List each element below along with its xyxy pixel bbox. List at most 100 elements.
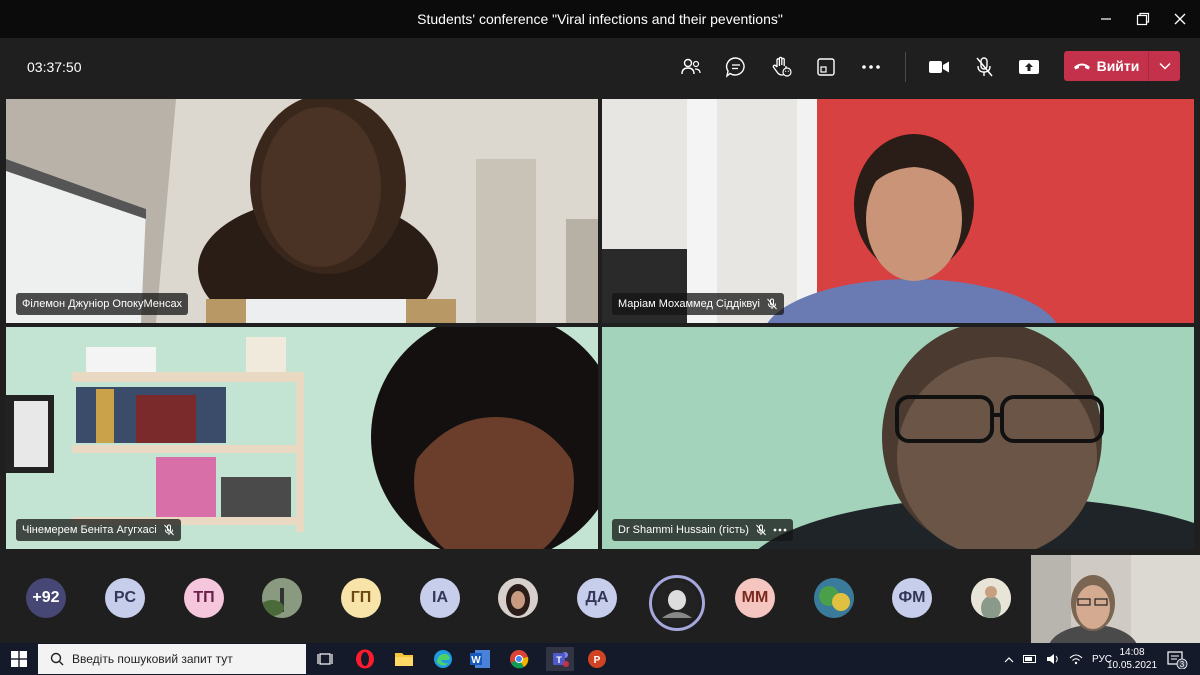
network-icon[interactable] <box>1069 653 1083 665</box>
meeting-toolbar: 03:37:50 Вийти <box>0 38 1200 96</box>
more-actions-button[interactable] <box>856 52 886 82</box>
leave-button-group: Вийти <box>1064 51 1180 81</box>
avatar[interactable]: IA <box>420 578 460 618</box>
restore-icon <box>1136 12 1150 26</box>
more-participants-count[interactable]: +92 <box>26 578 66 618</box>
chrome-app[interactable] <box>507 647 531 671</box>
start-button[interactable] <box>7 647 31 671</box>
video-tile[interactable]: Чінемерем Беніта Агугхасі <box>6 327 598 549</box>
avatar[interactable]: PC <box>105 578 145 618</box>
minimize-icon <box>1101 18 1111 20</box>
toolbar-divider <box>905 52 906 82</box>
leave-button[interactable]: Вийти <box>1064 51 1148 81</box>
word-app[interactable]: W <box>468 647 492 671</box>
close-icon <box>1174 13 1186 25</box>
teams-app[interactable]: T <box>546 647 574 671</box>
video-grid: Філемон Джуніор ОпокуМенсах Маріам Мохам… <box>0 96 1200 551</box>
title-bar: Students' conference "Viral infections a… <box>0 0 1200 38</box>
avatar[interactable]: ГП <box>341 578 381 618</box>
avatar[interactable]: ТП <box>184 578 224 618</box>
avatar-photo[interactable] <box>814 578 854 618</box>
avatar-photo[interactable] <box>971 578 1011 618</box>
edge-app[interactable] <box>431 647 455 671</box>
task-view-button[interactable] <box>313 647 337 671</box>
share-screen-button[interactable] <box>1014 52 1044 82</box>
camera-button[interactable] <box>924 52 954 82</box>
video-tile[interactable]: Філемон Джуніор ОпокуМенсах <box>6 99 598 323</box>
battery-icon[interactable] <box>1023 654 1037 664</box>
opera-app[interactable] <box>353 647 377 671</box>
more-icon[interactable] <box>773 528 787 532</box>
avatar-photo[interactable] <box>498 578 538 618</box>
breakout-rooms-icon <box>817 58 835 76</box>
window-title: Students' conference "Viral infections a… <box>417 11 783 27</box>
avatar-photo[interactable] <box>262 578 302 618</box>
participant-name: Філемон Джуніор ОпокуМенсах <box>22 298 183 310</box>
leave-options-dropdown[interactable] <box>1148 51 1180 81</box>
avatar[interactable]: MM <box>735 578 775 618</box>
microphone-button[interactable] <box>969 52 999 82</box>
participant-video <box>602 99 1194 323</box>
svg-text:T: T <box>556 655 562 665</box>
svg-text:W: W <box>471 655 481 666</box>
file-explorer-app[interactable] <box>392 647 416 671</box>
reactions-button[interactable] <box>766 52 796 82</box>
notification-icon: 3 <box>1167 651 1188 669</box>
chat-icon <box>725 57 745 78</box>
video-tile[interactable]: Dr Shammi Hussain (гість) <box>602 327 1194 549</box>
word-icon: W <box>470 650 490 668</box>
opera-icon <box>356 649 374 669</box>
video-camera-icon <box>929 61 949 73</box>
microphone-off-icon <box>976 57 993 77</box>
restore-button[interactable] <box>1123 0 1163 38</box>
notifications-button[interactable]: 3 <box>1165 647 1189 671</box>
powerpoint-icon: P <box>588 650 606 668</box>
powerpoint-app[interactable]: P <box>585 647 609 671</box>
active-speaker-avatar[interactable] <box>649 575 705 631</box>
video-tile[interactable]: Маріам Мохаммед Сіддіквуі <box>602 99 1194 323</box>
clock-date: 10.05.2021 <box>1106 660 1158 671</box>
system-tray: РУС <box>1004 643 1112 675</box>
avatar[interactable]: ДА <box>577 578 617 618</box>
edge-icon <box>434 650 452 668</box>
avatar[interactable]: ФМ <box>892 578 932 618</box>
close-button[interactable] <box>1160 0 1200 38</box>
participants-button[interactable] <box>676 52 706 82</box>
svg-text:3: 3 <box>1180 660 1185 669</box>
rooms-button[interactable] <box>811 52 841 82</box>
teams-icon: T <box>553 652 569 667</box>
clock[interactable]: 14:08 10.05.2021 <box>1106 643 1158 675</box>
participant-name: Dr Shammi Hussain (гість) <box>618 524 749 536</box>
participant-video <box>6 99 598 323</box>
clock-time: 14:08 <box>1119 647 1145 658</box>
leave-label: Вийти <box>1096 58 1140 74</box>
windows-logo-icon <box>11 651 27 667</box>
hang-up-icon <box>1073 63 1090 70</box>
microphone-off-icon <box>756 524 766 536</box>
search-icon <box>50 652 64 666</box>
participant-video <box>602 327 1194 549</box>
windows-taskbar: Введіть пошуковий запит тут W T P РУС 14… <box>0 643 1200 675</box>
more-icon <box>862 65 880 69</box>
participant-name-tag: Маріам Мохаммед Сіддіквуі <box>612 293 784 315</box>
share-tray-icon <box>1019 60 1039 74</box>
chrome-icon <box>510 650 529 669</box>
participant-strip: +92 PC ТП ГП IA ДА MM ФМ <box>0 551 1200 643</box>
participant-name: Чінемерем Беніта Агугхасі <box>22 524 157 536</box>
chevron-down-icon <box>1158 62 1171 70</box>
participant-name: Маріам Мохаммед Сіддіквуі <box>618 298 760 310</box>
people-icon <box>681 58 701 75</box>
self-view-video[interactable] <box>1031 555 1200 643</box>
chat-button[interactable] <box>721 52 751 82</box>
task-view-icon <box>317 653 333 665</box>
speaker-icon[interactable] <box>1046 653 1060 665</box>
microphone-off-icon <box>767 298 777 310</box>
participant-name-tag: Філемон Джуніор ОпокуМенсах <box>16 293 189 315</box>
svg-text:P: P <box>594 655 601 666</box>
taskbar-search-input[interactable]: Введіть пошуковий запит тут <box>38 644 306 674</box>
search-placeholder: Введіть пошуковий запит тут <box>72 652 233 666</box>
minimize-button[interactable] <box>1086 0 1126 38</box>
folder-icon <box>395 653 413 666</box>
chevron-up-icon[interactable] <box>1004 656 1014 663</box>
microphone-off-icon <box>163 524 174 536</box>
